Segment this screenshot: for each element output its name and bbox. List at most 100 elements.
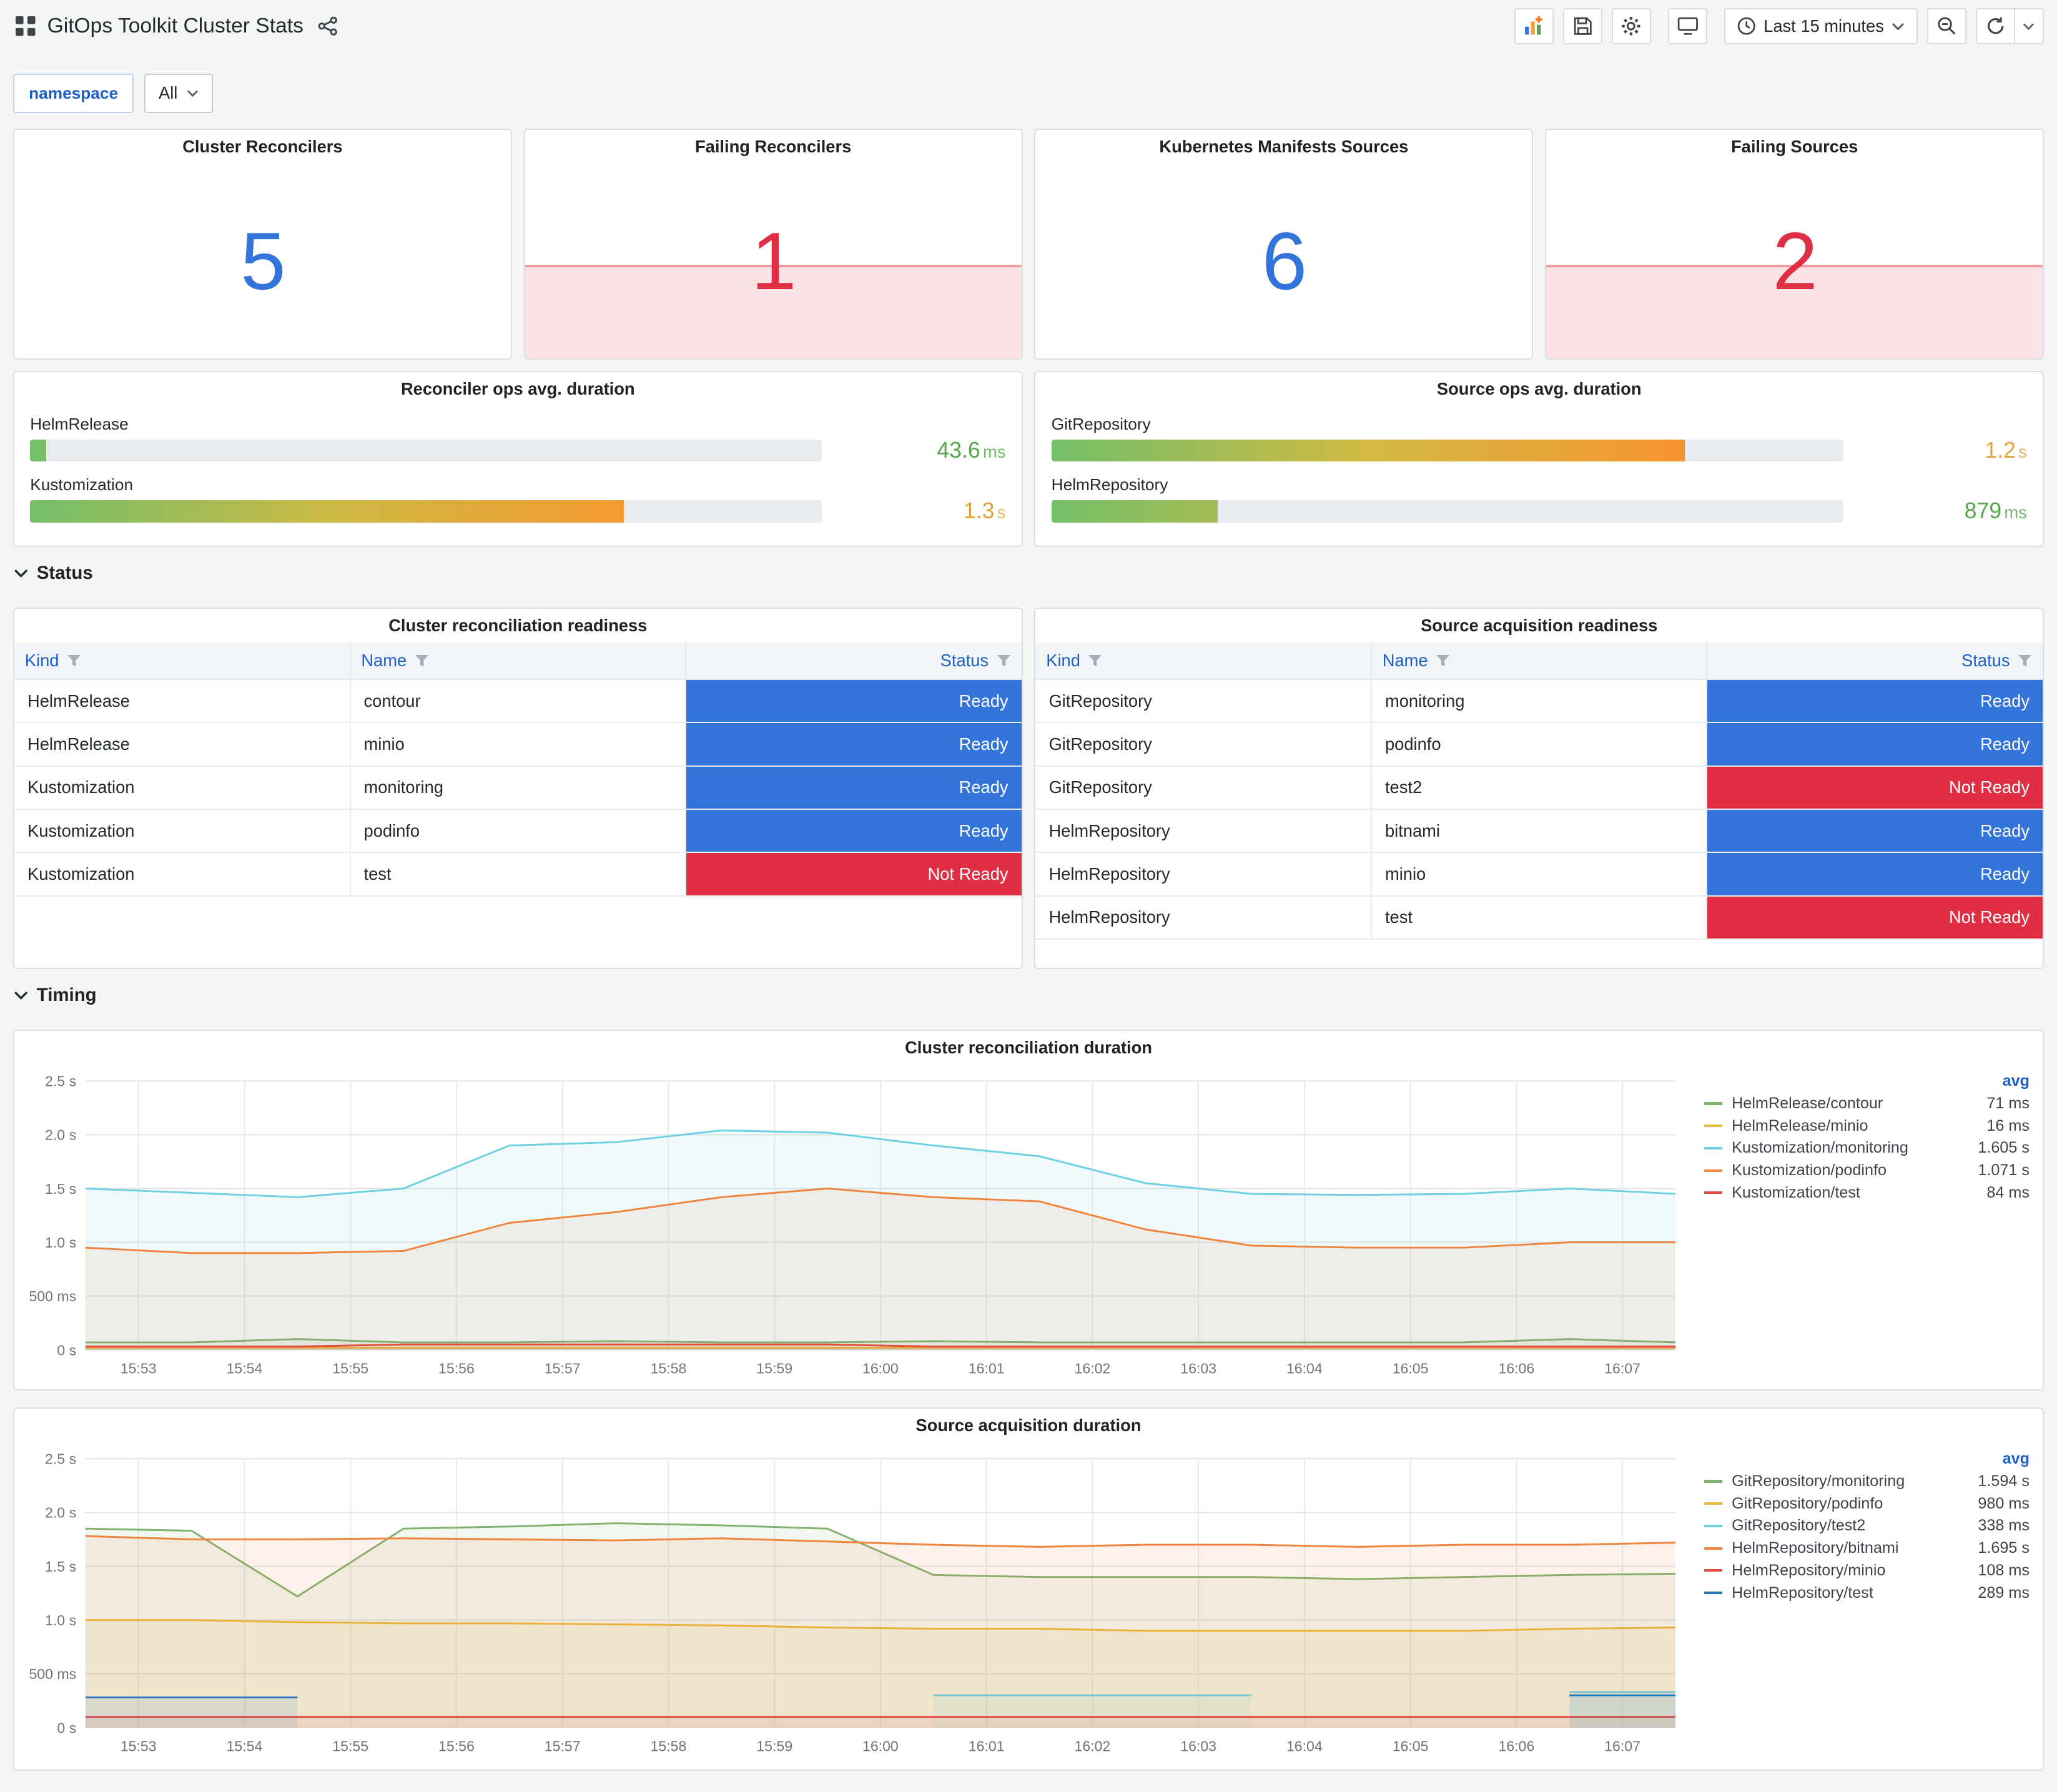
table-row: Kustomization monitoring Ready (14, 766, 1022, 810)
status-badge: Not Ready (1707, 895, 2043, 940)
panel-failing-sources: Failing Sources 2 (1545, 128, 2045, 360)
svg-text:500 ms: 500 ms (29, 1288, 76, 1304)
series-color-dash (1704, 1547, 1723, 1550)
zoom-out-button[interactable] (1927, 7, 1967, 45)
series-avg-value: 108 ms (1978, 1561, 2030, 1579)
cell-kind: GitRepository (1035, 679, 1372, 724)
panel-title[interactable]: Failing Reconcilers (525, 130, 1022, 164)
cycle-view-mode-button[interactable] (1667, 7, 1707, 45)
legend-item[interactable]: HelmRepository/test 289 ms (1704, 1582, 2030, 1604)
filter-icon[interactable] (2018, 654, 2032, 667)
table-row: Kustomization podinfo Ready (14, 809, 1022, 854)
column-header-kind[interactable]: Kind (1035, 642, 1372, 681)
series-color-dash (1704, 1569, 1723, 1572)
panel-cluster-reconciliation-readiness: Cluster reconciliation readiness Kind Nam… (13, 607, 1023, 970)
legend-item[interactable]: GitRepository/podinfo 980 ms (1704, 1492, 2030, 1515)
series-color-dash (1704, 1524, 1723, 1528)
svg-text:2.0 s: 2.0 s (45, 1126, 76, 1143)
panel-title[interactable]: Source ops avg. duration (1035, 372, 2043, 406)
series-avg-value: 84 ms (1986, 1183, 2030, 1201)
svg-text:15:57: 15:57 (544, 1738, 580, 1754)
svg-text:15:59: 15:59 (756, 1738, 792, 1754)
clock-icon (1737, 17, 1755, 35)
series-name: HelmRelease/minio (1732, 1116, 1868, 1135)
legend-item[interactable]: GitRepository/monitoring 1.594 s (1704, 1470, 2030, 1493)
status-badge: Ready (686, 766, 1022, 810)
series-name: Kustomization/monitoring (1732, 1139, 1908, 1157)
panel-title[interactable]: Cluster Reconcilers (14, 130, 511, 164)
column-header-status[interactable]: Status (1707, 642, 2043, 681)
filter-icon[interactable] (997, 654, 1011, 667)
gauges-row: Reconciler ops avg. duration HelmRelease… (13, 371, 2044, 547)
cell-kind: Kustomization (14, 852, 351, 897)
series-name: GitRepository/monitoring (1732, 1472, 1905, 1490)
gauge-content: HelmRelease 43.6 ms Kustomization 1.3 s (14, 406, 1022, 524)
svg-text:16:03: 16:03 (1180, 1360, 1216, 1376)
apps-icon[interactable] (16, 16, 36, 36)
series-avg-value: 338 ms (1978, 1517, 2030, 1535)
variable-namespace-value-dropdown[interactable]: All (144, 73, 213, 113)
legend-item[interactable]: HelmRepository/bitnami 1.695 s (1704, 1537, 2030, 1560)
cell-kind: GitRepository (1035, 722, 1372, 767)
svg-text:15:58: 15:58 (650, 1360, 686, 1376)
panel-title[interactable]: Kubernetes Manifests Sources (1035, 130, 1532, 164)
variable-namespace-label[interactable]: namespace (13, 73, 134, 113)
panel-title[interactable]: Cluster reconciliation duration (14, 1031, 2043, 1065)
svg-text:16:04: 16:04 (1286, 1738, 1323, 1754)
series-avg-value: 1.594 s (1978, 1472, 2030, 1490)
section-header-status[interactable]: Status (13, 558, 2044, 589)
stat-body: 5 (14, 164, 511, 358)
panel-kubernetes-manifests-sources: Kubernetes Manifests Sources 6 (1034, 128, 1534, 360)
filter-icon[interactable] (67, 654, 81, 667)
svg-text:16:05: 16:05 (1392, 1360, 1428, 1376)
legend-item[interactable]: HelmRelease/contour 71 ms (1704, 1093, 2030, 1115)
gauge-label: Kustomization (30, 475, 134, 494)
filter-icon[interactable] (1088, 654, 1102, 667)
cell-kind: HelmRepository (1035, 895, 1372, 940)
svg-text:16:01: 16:01 (968, 1360, 1004, 1376)
svg-text:16:05: 16:05 (1392, 1738, 1428, 1754)
status-badge: Not Ready (686, 852, 1022, 897)
panel-title[interactable]: Reconciler ops avg. duration (14, 372, 1022, 406)
panel-title[interactable]: Source acquisition readiness (1035, 609, 2043, 643)
table-row: GitRepository monitoring Ready (1035, 679, 2043, 724)
svg-text:16:02: 16:02 (1074, 1360, 1110, 1376)
section-header-timing[interactable]: Timing (13, 980, 2044, 1011)
panel-title[interactable]: Source acquisition duration (14, 1409, 2043, 1443)
stat-value: 1 (751, 215, 796, 307)
refresh-interval-dropdown[interactable] (2015, 7, 2044, 45)
legend-item[interactable]: GitRepository/test2 338 ms (1704, 1515, 2030, 1537)
column-header-status[interactable]: Status (686, 642, 1022, 681)
panel-title[interactable]: Failing Sources (1546, 130, 2043, 164)
status-badge: Ready (1707, 679, 2043, 724)
panel-title[interactable]: Cluster reconciliation readiness (14, 609, 1022, 643)
legend-item[interactable]: HelmRelease/minio 16 ms (1704, 1115, 2030, 1137)
column-header-kind[interactable]: Kind (14, 642, 351, 681)
save-dashboard-button[interactable] (1562, 7, 1602, 45)
legend-item[interactable]: HelmRepository/minio 108 ms (1704, 1560, 2030, 1582)
series-name: HelmRepository/minio (1732, 1561, 1886, 1579)
svg-text:15:53: 15:53 (120, 1360, 156, 1376)
dashboard-settings-button[interactable] (1611, 7, 1651, 45)
gauge-track (1051, 439, 1843, 462)
column-header-name[interactable]: Name (1371, 642, 1708, 681)
time-range-picker[interactable]: Last 15 minutes (1724, 7, 1918, 45)
column-header-name[interactable]: Name (350, 642, 687, 681)
add-panel-button[interactable] (1514, 7, 1554, 45)
chart-legend: avg GitRepository/monitoring 1.594 s GitRep… (1704, 1443, 2043, 1761)
legend-item[interactable]: Kustomization/test 84 ms (1704, 1182, 2030, 1204)
cell-kind: HelmRelease (14, 722, 351, 767)
legend-item[interactable]: Kustomization/monitoring 1.605 s (1704, 1137, 2030, 1159)
series-name: GitRepository/test2 (1732, 1517, 1866, 1535)
series-name: HelmRepository/bitnami (1732, 1539, 1899, 1557)
legend-avg-header[interactable]: avg (1704, 1448, 2030, 1470)
navbar-actions: Last 15 minutes (1514, 7, 2044, 45)
share-icon[interactable] (318, 16, 338, 36)
filter-icon[interactable] (415, 654, 429, 667)
refresh-button[interactable] (1975, 7, 2015, 45)
chart-content: 0 s 500 ms 1.0 s 1.5 s 2.0 s 2.5 s 15:53 15:54 1… (14, 1065, 2043, 1384)
series-color-dash (1704, 1146, 1723, 1150)
legend-avg-header[interactable]: avg (1704, 1070, 2030, 1093)
filter-icon[interactable] (1436, 654, 1450, 667)
legend-item[interactable]: Kustomization/podinfo 1.071 s (1704, 1159, 2030, 1182)
